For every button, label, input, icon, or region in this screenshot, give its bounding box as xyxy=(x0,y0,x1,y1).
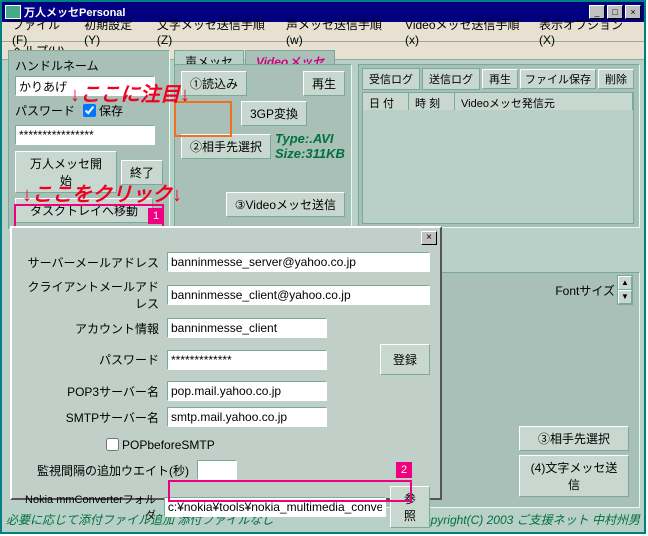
left-panel: ハンドルネーム パスワード 保存 万人メッセ開始 終了 タスクトレイへ移動 メー… xyxy=(8,50,170,230)
nokia-input[interactable] xyxy=(164,497,386,517)
convert-3gp-button[interactable]: 3GP変換 xyxy=(241,101,307,126)
client-mail-input[interactable] xyxy=(167,285,430,305)
fontsize-label: Fontサイズ xyxy=(555,282,615,299)
tab-send-log[interactable]: 送信ログ xyxy=(422,68,480,90)
scroll-up-icon[interactable]: ▲ xyxy=(618,276,632,290)
right-tabs: 受信ログ 送信ログ 再生 ファイル保存 削除 xyxy=(362,68,634,90)
badge-1: 1 xyxy=(148,208,164,224)
password-label: パスワード xyxy=(15,102,75,119)
menu-voiceproc[interactable]: 声メッセ送信手順(w) xyxy=(280,14,399,49)
handle-input[interactable] xyxy=(15,76,155,96)
server-mail-label: サーバーメールアドレス xyxy=(22,254,167,271)
start-button[interactable]: 万人メッセ開始 xyxy=(15,151,117,193)
tray-button[interactable]: タスクトレイへ移動 xyxy=(15,198,153,223)
log-list-body[interactable] xyxy=(362,110,634,224)
send-video-button[interactable]: ③Videoメッセ送信 xyxy=(226,192,345,217)
password-input[interactable] xyxy=(15,125,155,145)
quit-button[interactable]: 終了 xyxy=(121,160,163,185)
client-mail-label: クライアントメールアドレス xyxy=(22,278,167,312)
wait-input[interactable] xyxy=(197,460,237,480)
scroll-down-icon[interactable]: ▼ xyxy=(618,290,632,304)
popbeforesmtp-checkbox[interactable]: POPbeforeSMTP xyxy=(102,435,215,454)
savefile-button[interactable]: ファイル保存 xyxy=(520,69,596,89)
menu-init[interactable]: 初期設定(Y) xyxy=(78,14,151,49)
select-dest-3-button[interactable]: ③相手先選択 xyxy=(519,426,629,451)
wait-label: 監視間隔の追加ウエイト(秒) xyxy=(22,462,197,479)
nokia-label: Nokia mmConverterフォルダ xyxy=(22,491,164,523)
select-dest-button[interactable]: ②相手先選択 xyxy=(181,134,271,159)
fontsize-scrollbar[interactable]: ▲ ▼ xyxy=(617,275,633,305)
read-button[interactable]: ①読込み xyxy=(181,71,247,96)
browse-button[interactable]: 参照 xyxy=(390,486,430,528)
menu-viewopt[interactable]: 表示オプション(X) xyxy=(533,14,640,49)
delete-button[interactable]: 削除 xyxy=(598,69,634,89)
send-text-4-button[interactable]: (4)文字メッセ送信 xyxy=(519,455,629,497)
server-mail-input[interactable] xyxy=(167,252,430,272)
menu-textproc[interactable]: 文字メッセ送信手順(Z) xyxy=(151,14,280,49)
account-input[interactable] xyxy=(167,318,327,338)
dialog-close-button[interactable]: × xyxy=(421,231,437,245)
pop3-input[interactable] xyxy=(167,381,327,401)
smtp-input[interactable] xyxy=(167,407,327,427)
handle-label: ハンドルネーム xyxy=(15,57,163,74)
type-info: Type:.AVI xyxy=(275,131,345,146)
register-button[interactable]: 登録 xyxy=(380,344,430,375)
smtp-label: SMTPサーバー名 xyxy=(22,409,167,426)
dlg-password-input[interactable] xyxy=(167,350,327,370)
dlg-password-label: パスワード xyxy=(22,351,167,368)
pop3-label: POP3サーバー名 xyxy=(22,383,167,400)
menubar: ファイル(F) 初期設定(Y) 文字メッセ送信手順(Z) 声メッセ送信手順(w)… xyxy=(2,22,644,42)
play-button[interactable]: 再生 xyxy=(303,71,345,96)
center-panel: ①読込み 再生 3GP変換 ②相手先選択 Type:.AVI Size:311K… xyxy=(174,64,352,228)
replay-button[interactable]: 再生 xyxy=(482,69,518,89)
mail-settings-dialog: × サーバーメールアドレス クライアントメールアドレス アカウント情報 パスワー… xyxy=(10,226,442,500)
save-checkbox[interactable]: 保存 xyxy=(79,101,123,120)
account-label: アカウント情報 xyxy=(22,320,167,337)
size-info: Size:311KB xyxy=(275,146,345,161)
tab-recv-log[interactable]: 受信ログ xyxy=(362,68,420,90)
status-right: Copyright(C) 2003 ご支援ネット 中村州男 xyxy=(415,511,640,528)
menu-videoproc[interactable]: Videoメッセ送信手順(x) xyxy=(399,14,533,49)
badge-2: 2 xyxy=(396,462,412,478)
